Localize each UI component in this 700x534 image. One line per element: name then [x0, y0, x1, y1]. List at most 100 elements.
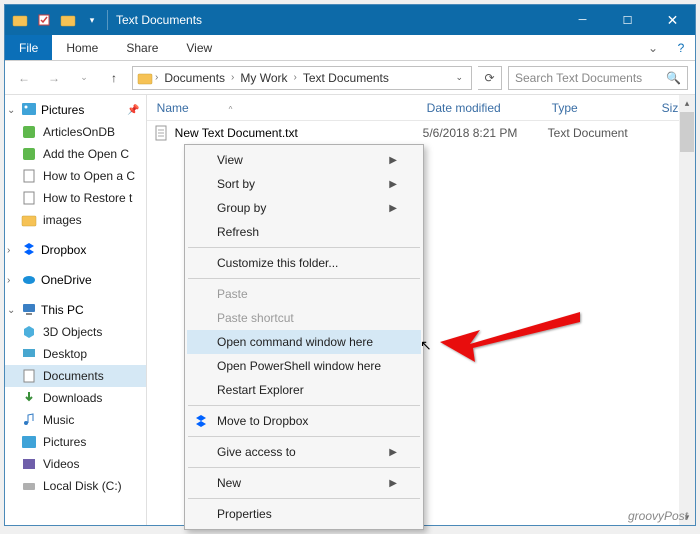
folder-icon — [137, 70, 153, 86]
ctx-open-powershell[interactable]: Open PowerShell window here — [187, 354, 421, 378]
tab-file[interactable]: File — [5, 35, 52, 60]
nav-item[interactable]: Add the Open C — [5, 143, 146, 165]
dropbox-icon — [193, 413, 209, 429]
tab-share[interactable]: Share — [112, 35, 172, 60]
onedrive-icon — [21, 271, 37, 290]
ctx-move-dropbox[interactable]: Move to Dropbox — [187, 409, 421, 433]
ctx-open-cmd[interactable]: Open command window here — [187, 330, 421, 354]
nav-item-pictures[interactable]: Pictures — [5, 431, 146, 453]
reg-icon — [21, 146, 37, 162]
separator — [188, 247, 420, 248]
recent-dropdown[interactable]: ⌄ — [72, 66, 96, 90]
folder-icon — [21, 212, 37, 228]
nav-item[interactable]: images — [5, 209, 146, 231]
chevron-right-icon[interactable]: › — [7, 245, 17, 256]
chevron-down-icon[interactable]: ⌄ — [7, 305, 17, 316]
separator — [188, 467, 420, 468]
up-button[interactable]: ↑ — [102, 66, 126, 90]
nav-thispc[interactable]: ⌄This PC — [5, 299, 146, 321]
address-bar[interactable]: › Documents › My Work › Text Documents ⌄ — [132, 66, 472, 90]
nav-item-localdisk[interactable]: Local Disk (C:) — [5, 475, 146, 497]
maximize-button[interactable]: ☐ — [605, 5, 650, 35]
chevron-right-icon: ▶ — [389, 478, 397, 489]
refresh-button[interactable]: ⟳ — [478, 66, 502, 90]
address-row: ← → ⌄ ↑ › Documents › My Work › Text Doc… — [5, 61, 695, 95]
3d-icon — [21, 324, 37, 340]
nav-item-videos[interactable]: Videos — [5, 453, 146, 475]
col-date[interactable]: Date modified — [417, 101, 542, 115]
nav-onedrive[interactable]: ›OneDrive — [5, 269, 146, 291]
file-date: 5/6/2018 8:21 PM — [423, 126, 548, 140]
scroll-up-icon[interactable]: ▴ — [679, 95, 695, 111]
nav-item[interactable]: How to Restore t — [5, 187, 146, 209]
pc-icon — [21, 301, 37, 320]
scrollbar[interactable]: ▴ ▾ — [679, 95, 695, 525]
ctx-give-access[interactable]: Give access to▶ — [187, 440, 421, 464]
chevron-right-icon: ▶ — [389, 447, 397, 458]
nav-item-music[interactable]: Music — [5, 409, 146, 431]
videos-icon — [21, 456, 37, 472]
tab-home[interactable]: Home — [52, 35, 112, 60]
chevron-right-icon[interactable]: › — [294, 72, 297, 83]
ctx-customize[interactable]: Customize this folder... — [187, 251, 421, 275]
sort-asc-icon: ^ — [229, 105, 233, 114]
qat-dropdown-icon[interactable]: ▾ — [83, 11, 101, 29]
text-file-icon — [153, 125, 169, 141]
ctx-restart-explorer[interactable]: Restart Explorer — [187, 378, 421, 402]
properties-icon[interactable] — [35, 11, 53, 29]
ctx-groupby[interactable]: Group by▶ — [187, 196, 421, 220]
nav-item[interactable]: ArticlesOnDB — [5, 121, 146, 143]
ctx-view[interactable]: View▶ — [187, 148, 421, 172]
nav-item[interactable]: How to Open a C — [5, 165, 146, 187]
nav-item-downloads[interactable]: Downloads — [5, 387, 146, 409]
quick-access-toolbar: ▾ — [5, 5, 107, 35]
chevron-down-icon[interactable]: ⌄ — [7, 105, 17, 116]
file-name: New Text Document.txt — [175, 126, 423, 140]
file-row[interactable]: New Text Document.txt 5/6/2018 8:21 PM T… — [147, 121, 695, 145]
music-icon — [21, 412, 37, 428]
crumb-mywork[interactable]: My Work — [236, 71, 291, 85]
nav-item-documents[interactable]: Documents — [5, 365, 146, 387]
search-input[interactable]: Search Text Documents 🔍 — [508, 66, 688, 90]
chevron-right-icon: ▶ — [389, 155, 397, 166]
close-button[interactable]: ✕ — [650, 5, 695, 35]
nav-item-3dobjects[interactable]: 3D Objects — [5, 321, 146, 343]
col-type[interactable]: Type — [542, 101, 652, 115]
watermark: groovyPost — [628, 503, 688, 526]
chevron-right-icon[interactable]: › — [231, 72, 234, 83]
address-dropdown-icon[interactable]: ⌄ — [451, 72, 467, 83]
crumb-textdocs[interactable]: Text Documents — [299, 71, 393, 85]
column-headers[interactable]: Name^ Date modified Type Size — [147, 95, 695, 121]
new-folder-icon[interactable] — [59, 11, 77, 29]
chevron-right-icon: ▶ — [389, 203, 397, 214]
titlebar[interactable]: ▾ Text Documents ─ ☐ ✕ — [5, 5, 695, 35]
ctx-new[interactable]: New▶ — [187, 471, 421, 495]
help-icon[interactable]: ? — [667, 35, 695, 60]
scroll-thumb[interactable] — [680, 112, 694, 152]
context-menu: View▶ Sort by▶ Group by▶ Refresh Customi… — [184, 144, 424, 530]
ctx-properties[interactable]: Properties — [187, 502, 421, 526]
nav-item-desktop[interactable]: Desktop — [5, 343, 146, 365]
forward-button[interactable]: → — [42, 66, 66, 90]
nav-pictures[interactable]: ⌄ Pictures 📌 — [5, 99, 146, 121]
navigation-pane[interactable]: ⌄ Pictures 📌 ArticlesOnDB Add the Open C… — [5, 95, 147, 525]
search-icon[interactable]: 🔍 — [666, 71, 681, 85]
crumb-documents[interactable]: Documents — [160, 71, 229, 85]
ribbon-expand-icon[interactable]: ⌄ — [639, 35, 667, 60]
ctx-refresh[interactable]: Refresh — [187, 220, 421, 244]
window-title: Text Documents — [108, 5, 560, 35]
minimize-button[interactable]: ─ — [560, 5, 605, 35]
pin-icon[interactable]: 📌 — [127, 105, 139, 116]
tab-view[interactable]: View — [172, 35, 226, 60]
search-placeholder: Search Text Documents — [515, 71, 642, 85]
col-name[interactable]: Name^ — [147, 101, 417, 115]
pictures-icon — [21, 434, 37, 450]
file-icon — [21, 168, 37, 184]
ctx-sortby[interactable]: Sort by▶ — [187, 172, 421, 196]
chevron-right-icon: ▶ — [389, 179, 397, 190]
nav-dropbox[interactable]: ›Dropbox — [5, 239, 146, 261]
separator — [188, 436, 420, 437]
back-button[interactable]: ← — [12, 66, 36, 90]
chevron-right-icon[interactable]: › — [155, 72, 158, 83]
chevron-right-icon[interactable]: › — [7, 275, 17, 286]
